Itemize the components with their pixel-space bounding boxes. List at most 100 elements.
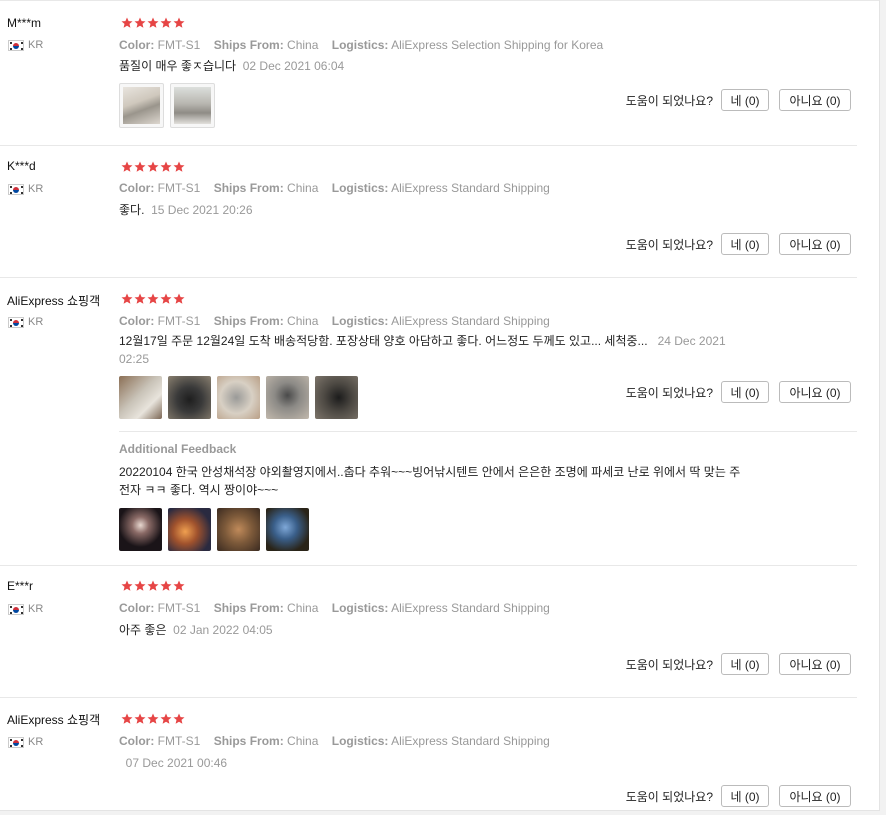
country-code: KR bbox=[28, 39, 44, 51]
helpful-yes-button[interactable]: 네 (0) bbox=[721, 381, 769, 403]
reviewer-country: KR bbox=[8, 183, 43, 195]
helpful-vote: 도움이 되었나요? 네 (0) 아니요 (0) bbox=[626, 653, 851, 675]
helpful-vote: 도움이 되었나요? 네 (0) 아니요 (0) bbox=[626, 233, 851, 255]
ships-from-label: Ships From: bbox=[213, 38, 284, 52]
star-icon bbox=[160, 161, 172, 173]
review-body: 아주 좋은 bbox=[119, 623, 167, 637]
review-photo[interactable] bbox=[315, 376, 358, 419]
helpful-label: 도움이 되었나요? bbox=[625, 237, 713, 252]
country-code: KR bbox=[28, 316, 44, 328]
reviewer-country: KR bbox=[8, 39, 43, 51]
star-icon bbox=[134, 580, 146, 592]
helpful-yes-button[interactable]: 네 (0) bbox=[721, 233, 769, 255]
additional-feedback-photos bbox=[119, 508, 309, 551]
ships-from-label: Ships From: bbox=[213, 314, 284, 328]
helpful-no-button[interactable]: 아니요 (0) bbox=[779, 653, 851, 675]
star-icon bbox=[134, 17, 146, 29]
kr-flag-icon bbox=[8, 183, 24, 195]
star-rating bbox=[121, 293, 185, 305]
logistics-label: Logistics: bbox=[331, 181, 389, 195]
kr-flag-icon bbox=[8, 736, 24, 748]
helpful-vote: 도움이 되었나요? 네 (0) 아니요 (0) bbox=[626, 381, 851, 403]
review-photo[interactable] bbox=[266, 376, 309, 419]
star-icon bbox=[173, 293, 185, 305]
star-icon bbox=[121, 713, 133, 725]
reviewer-country: KR bbox=[8, 736, 43, 748]
review-photo[interactable] bbox=[119, 376, 162, 419]
star-icon bbox=[160, 713, 172, 725]
helpful-label: 도움이 되었나요? bbox=[625, 385, 713, 400]
color-value: FMT-S1 bbox=[157, 38, 201, 52]
review-photos bbox=[119, 83, 215, 128]
logistics-label: Logistics: bbox=[331, 601, 389, 615]
review-date: 02 Jan 2022 04:05 bbox=[173, 623, 273, 637]
review-text: 07 Dec 2021 00:46 bbox=[119, 754, 744, 772]
review-meta: Color: FMT-S1 Ships From: China Logistic… bbox=[119, 734, 550, 748]
review-photo[interactable] bbox=[168, 508, 211, 551]
star-icon bbox=[121, 580, 133, 592]
star-icon bbox=[147, 580, 159, 592]
ships-from-value: China bbox=[287, 38, 319, 52]
helpful-no-button[interactable]: 아니요 (0) bbox=[779, 381, 851, 403]
reviewer-name: E***r bbox=[7, 579, 34, 593]
helpful-label: 도움이 되었나요? bbox=[625, 657, 713, 672]
star-icon bbox=[121, 161, 133, 173]
helpful-label: 도움이 되었나요? bbox=[625, 789, 713, 804]
review-photo[interactable] bbox=[119, 83, 164, 128]
star-rating bbox=[121, 17, 185, 29]
helpful-no-button[interactable]: 아니요 (0) bbox=[779, 785, 851, 807]
star-icon bbox=[160, 580, 172, 592]
scrollbar-track[interactable] bbox=[879, 0, 886, 815]
kr-flag-icon bbox=[8, 316, 24, 328]
color-label: Color: bbox=[119, 181, 155, 195]
review-divider bbox=[0, 697, 857, 698]
logistics-label: Logistics: bbox=[331, 314, 389, 328]
logistics-value: AliExpress Standard Shipping bbox=[391, 314, 550, 328]
review-photo[interactable] bbox=[170, 83, 215, 128]
star-rating bbox=[121, 580, 185, 592]
ships-from-label: Ships From: bbox=[213, 734, 284, 748]
star-icon bbox=[173, 713, 185, 725]
review-photo[interactable] bbox=[119, 508, 162, 551]
review-body: 품질이 매우 좋ㅈ습니다 bbox=[119, 59, 237, 73]
color-label: Color: bbox=[119, 601, 155, 615]
helpful-no-button[interactable]: 아니요 (0) bbox=[779, 233, 851, 255]
helpful-no-button[interactable]: 아니요 (0) bbox=[779, 89, 851, 111]
review-text: 12월17일 주문 12월24일 도착 배송적당함. 포장상태 양호 아담하고 … bbox=[119, 332, 744, 368]
star-icon bbox=[134, 161, 146, 173]
additional-feedback-title: Additional Feedback bbox=[119, 442, 237, 456]
color-label: Color: bbox=[119, 734, 155, 748]
helpful-yes-button[interactable]: 네 (0) bbox=[721, 653, 769, 675]
reviewer-name: M***m bbox=[7, 16, 42, 30]
review-date: 02 Dec 2021 06:04 bbox=[242, 59, 345, 73]
review-photo[interactable] bbox=[217, 508, 260, 551]
review-body: 12월17일 주문 12월24일 도착 배송적당함. 포장상태 양호 아담하고 … bbox=[119, 334, 648, 348]
ships-from-label: Ships From: bbox=[213, 181, 284, 195]
review-divider bbox=[0, 277, 857, 278]
review-photo[interactable] bbox=[217, 376, 260, 419]
kr-flag-icon bbox=[8, 39, 24, 51]
country-code: KR bbox=[28, 183, 44, 195]
star-icon bbox=[134, 713, 146, 725]
reviewer-name: AliExpress 쇼핑객 bbox=[7, 294, 101, 308]
helpful-label: 도움이 되었나요? bbox=[625, 93, 713, 108]
helpful-yes-button[interactable]: 네 (0) bbox=[721, 785, 769, 807]
color-value: FMT-S1 bbox=[157, 181, 201, 195]
ships-from-value: China bbox=[287, 601, 319, 615]
review-photo[interactable] bbox=[266, 508, 309, 551]
color-value: FMT-S1 bbox=[157, 601, 201, 615]
review-date: 15 Dec 2021 20:26 bbox=[151, 203, 253, 217]
star-icon bbox=[121, 17, 133, 29]
helpful-vote: 도움이 되었나요? 네 (0) 아니요 (0) bbox=[626, 785, 851, 807]
review-meta: Color: FMT-S1 Ships From: China Logistic… bbox=[119, 181, 550, 195]
reviewer-name: K***d bbox=[7, 159, 36, 173]
helpful-yes-button[interactable]: 네 (0) bbox=[721, 89, 769, 111]
star-icon bbox=[147, 713, 159, 725]
ships-from-value: China bbox=[287, 734, 319, 748]
star-icon bbox=[134, 293, 146, 305]
review-text: 품질이 매우 좋ㅈ습니다 02 Dec 2021 06:04 bbox=[119, 57, 744, 75]
star-icon bbox=[173, 161, 185, 173]
star-rating bbox=[121, 713, 185, 725]
ships-from-value: China bbox=[287, 314, 319, 328]
review-photo[interactable] bbox=[168, 376, 211, 419]
